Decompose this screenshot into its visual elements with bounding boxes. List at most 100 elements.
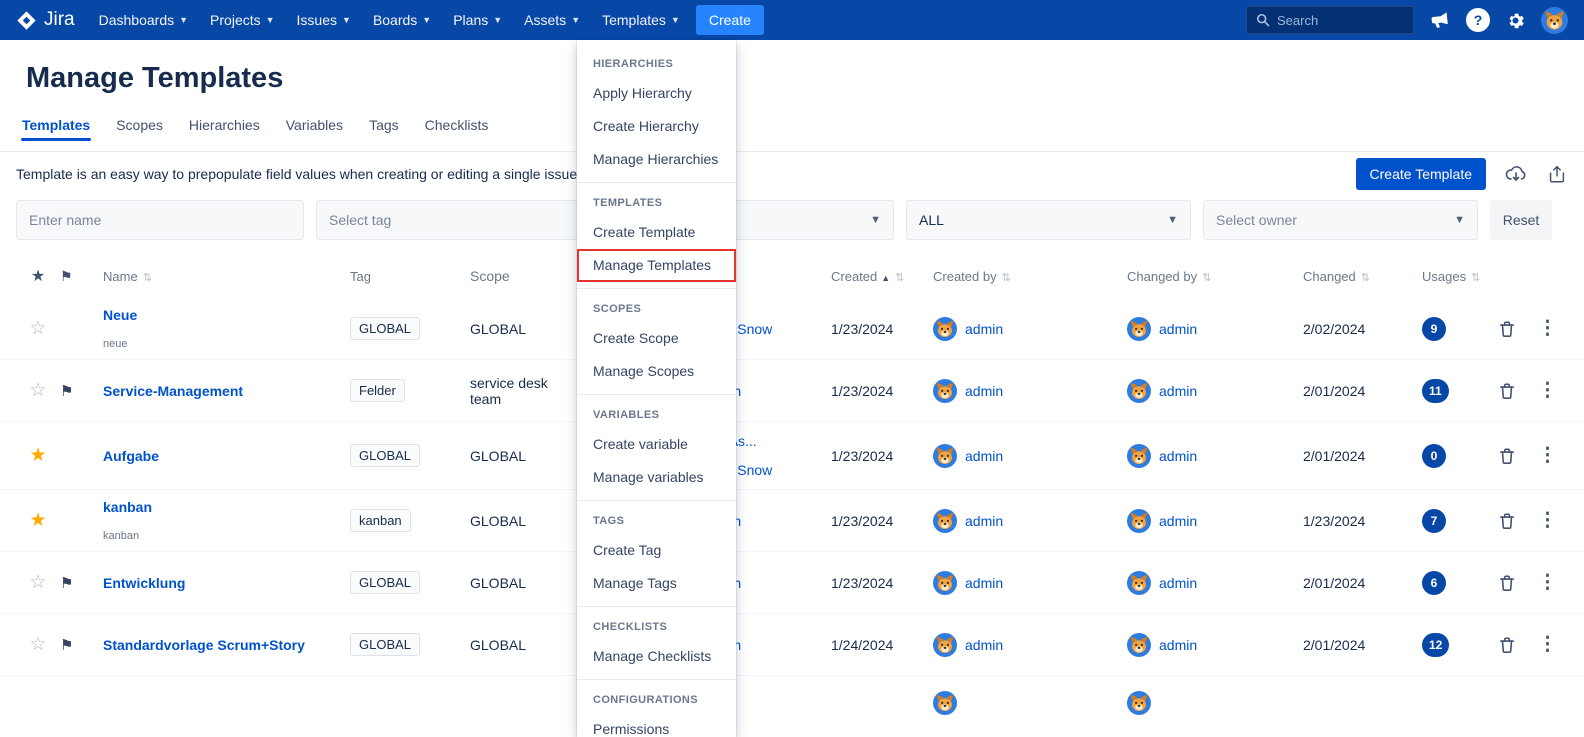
changed-by-link[interactable]: admin <box>1159 513 1197 529</box>
menu-item-manage-hierarchies[interactable]: Manage Hierarchies <box>577 143 736 176</box>
created-date: 1/23/2024 <box>831 382 894 399</box>
changed-by-link[interactable]: admin <box>1159 448 1197 464</box>
tab-hierarchies[interactable]: Hierarchies <box>188 115 261 151</box>
created-by-link[interactable]: admin <box>965 513 1003 529</box>
changed-by-link[interactable]: admin <box>1159 575 1197 591</box>
created-by-link[interactable]: admin <box>965 448 1003 464</box>
more-actions-icon[interactable]: ⋮ <box>1538 446 1557 465</box>
nav-item-projects[interactable]: Projects ▼ <box>208 2 277 38</box>
tab-tags[interactable]: Tags <box>368 115 400 151</box>
question-mark-icon: ? <box>1466 8 1490 32</box>
column-header-scope[interactable]: Scope <box>462 268 580 284</box>
owner-filter-select[interactable]: Select owner ▼ <box>1203 200 1478 240</box>
column-header-created[interactable]: Created ▲ ⇅ <box>815 269 925 284</box>
star-icon[interactable]: ★ <box>29 445 46 466</box>
star-icon[interactable]: ☆ <box>29 572 46 593</box>
menu-section-title: HIERARCHIES <box>593 58 674 70</box>
star-column-icon[interactable]: ★ <box>31 268 45 285</box>
menu-item-permissions[interactable]: Permissions <box>577 713 736 737</box>
tab-scopes[interactable]: Scopes <box>115 115 164 151</box>
jira-logo[interactable]: Jira <box>16 9 75 31</box>
trash-icon[interactable] <box>1498 512 1516 530</box>
trash-icon[interactable] <box>1498 320 1516 338</box>
trash-icon[interactable] <box>1498 382 1516 400</box>
changed-by-link[interactable]: admin <box>1159 383 1197 399</box>
column-header-changed-by[interactable]: Changed by ⇅ <box>1115 269 1295 284</box>
menu-item-create-hierarchy[interactable]: Create Hierarchy <box>577 110 736 143</box>
changed-by-link[interactable]: admin <box>1159 637 1197 653</box>
column-header-usages[interactable]: Usages ⇅ <box>1410 269 1490 284</box>
help-icon[interactable]: ? <box>1466 8 1490 32</box>
flag-icon: ⚑ <box>60 636 74 654</box>
settings-gear-icon[interactable] <box>1505 10 1526 31</box>
template-name-link[interactable]: Entwicklung <box>103 575 185 591</box>
more-actions-icon[interactable]: ⋮ <box>1538 635 1557 654</box>
column-header-name[interactable]: Name ⇅ <box>94 269 344 284</box>
menu-item-manage-templates[interactable]: Manage Templates <box>577 249 736 282</box>
nav-item-dashboards[interactable]: Dashboards ▼ <box>97 2 190 38</box>
nav-item-assets[interactable]: Assets ▼ <box>522 2 582 38</box>
created-by-cell: admin <box>925 628 1115 662</box>
nav-item-issues[interactable]: Issues ▼ <box>295 2 353 38</box>
created-by-link[interactable]: admin <box>965 383 1003 399</box>
search-input[interactable] <box>1277 12 1397 28</box>
more-actions-icon[interactable]: ⋮ <box>1538 381 1557 400</box>
nav-item-templates[interactable]: Templates ▼ <box>600 2 682 38</box>
created-by-cell: admin <box>925 504 1115 538</box>
star-icon[interactable]: ☆ <box>29 634 46 655</box>
search-box[interactable] <box>1246 6 1414 34</box>
status-filter-select[interactable]: ALL ▼ <box>906 200 1191 240</box>
column-header-changed[interactable]: Changed ⇅ <box>1295 269 1410 284</box>
sort-icon: ⇅ <box>1471 271 1481 284</box>
more-actions-icon[interactable]: ⋮ <box>1538 573 1557 592</box>
menu-item-create-template[interactable]: Create Template <box>577 216 736 249</box>
created-by-link[interactable]: admin <box>965 321 1003 337</box>
star-icon[interactable]: ☆ <box>29 318 46 339</box>
tab-templates[interactable]: Templates <box>21 115 92 151</box>
tab-variables[interactable]: Variables <box>285 115 344 151</box>
nav-item-boards[interactable]: Boards ▼ <box>371 2 433 38</box>
star-icon[interactable]: ☆ <box>29 380 46 401</box>
flag-column-icon[interactable]: ⚑ <box>60 268 73 284</box>
menu-item-manage-variables[interactable]: Manage variables <box>577 461 736 494</box>
more-actions-icon[interactable]: ⋮ <box>1538 511 1557 530</box>
changed-date: 2/01/2024 <box>1303 636 1366 653</box>
tag-filter-select[interactable]: Select tag ▼ <box>316 200 601 240</box>
more-actions-icon[interactable]: ⋮ <box>1538 319 1557 338</box>
usages-badge: 7 <box>1422 508 1446 533</box>
create-button[interactable]: Create <box>695 5 764 35</box>
create-template-button[interactable]: Create Template <box>1355 158 1486 190</box>
template-name-link[interactable]: Service-Management <box>103 383 243 399</box>
import-cloud-icon[interactable] <box>1504 162 1528 186</box>
menu-item-create-scope[interactable]: Create Scope <box>577 322 736 355</box>
trash-icon[interactable] <box>1498 574 1516 592</box>
column-header-created-by[interactable]: Created by ⇅ <box>925 269 1115 284</box>
template-name-link[interactable]: Aufgabe <box>103 448 159 464</box>
menu-section-title: SCOPES <box>593 303 642 315</box>
column-header-tag[interactable]: Tag <box>344 269 462 284</box>
name-filter-input[interactable] <box>29 212 291 228</box>
trash-icon[interactable] <box>1498 447 1516 465</box>
menu-item-apply-hierarchy[interactable]: Apply Hierarchy <box>577 77 736 110</box>
created-by-cell: admin <box>925 439 1115 473</box>
template-name-link[interactable]: kanban <box>103 499 152 515</box>
star-icon[interactable]: ★ <box>29 510 46 531</box>
owner-filter-value: Select owner <box>1216 212 1297 228</box>
user-avatar-button[interactable] <box>1541 6 1568 34</box>
announcements-icon[interactable] <box>1429 9 1451 31</box>
trash-icon[interactable] <box>1498 636 1516 654</box>
menu-item-create-variable[interactable]: Create variable <box>577 428 736 461</box>
changed-by-link[interactable]: admin <box>1159 321 1197 337</box>
menu-item-manage-scopes[interactable]: Manage Scopes <box>577 355 736 388</box>
export-icon[interactable] <box>1546 163 1568 185</box>
menu-item-manage-tags[interactable]: Manage Tags <box>577 567 736 600</box>
template-name-link[interactable]: Neue <box>103 307 137 323</box>
tab-checklists[interactable]: Checklists <box>424 115 490 151</box>
created-by-link[interactable]: admin <box>965 575 1003 591</box>
template-name-link[interactable]: Standardvorlage Scrum+Story <box>103 637 305 653</box>
created-by-link[interactable]: admin <box>965 637 1003 653</box>
nav-item-plans[interactable]: Plans ▼ <box>451 2 504 38</box>
reset-button[interactable]: Reset <box>1490 200 1552 240</box>
menu-item-manage-checklists[interactable]: Manage Checklists <box>577 640 736 673</box>
menu-item-create-tag[interactable]: Create Tag <box>577 534 736 567</box>
